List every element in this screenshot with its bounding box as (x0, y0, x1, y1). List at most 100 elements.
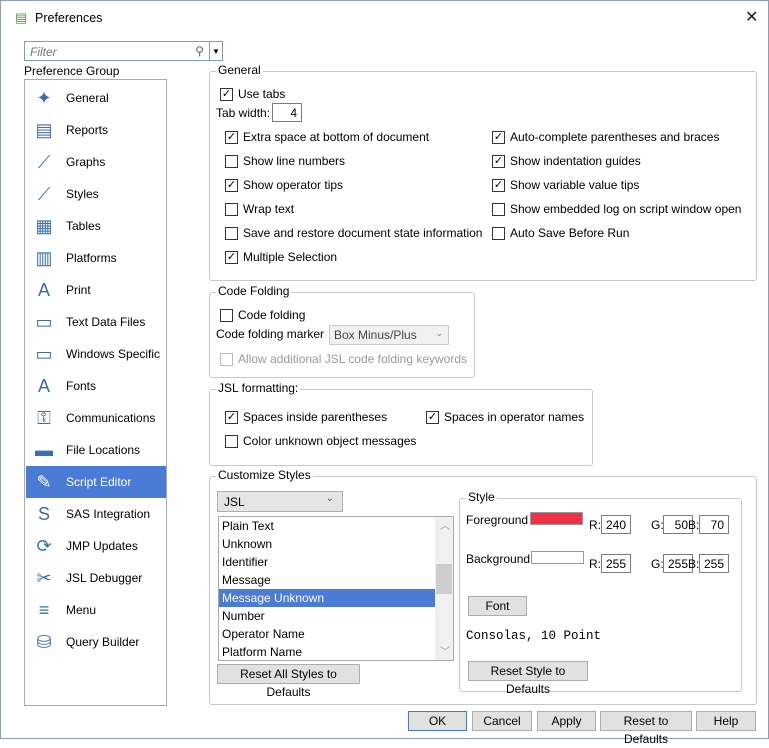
checkbox-box[interactable]: ✓ (492, 130, 505, 144)
group-item-file-locations[interactable]: ▬ File Locations (26, 434, 166, 466)
style-list-item[interactable]: Platform Name (219, 643, 435, 660)
option-checkbox[interactable]: ✓ Show indentation guides (492, 154, 641, 168)
group-item-label: JMP Updates (66, 539, 138, 553)
bg-b-input[interactable]: 255 (699, 554, 729, 573)
style-list-item[interactable]: Message Unknown (219, 589, 435, 607)
ok-button[interactable]: OK (408, 711, 467, 731)
checkbox-box[interactable]: ✓ (225, 410, 238, 424)
checkbox-box[interactable] (225, 434, 238, 448)
group-item-script-editor[interactable]: ✎ Script Editor (26, 466, 166, 498)
checkbox-box[interactable] (225, 226, 238, 240)
group-item-communications[interactable]: ⚿ Communications (26, 402, 166, 434)
reset-all-styles-button[interactable]: Reset All Styles to Defaults (217, 664, 360, 699)
group-item-general[interactable]: ✦ General (26, 82, 166, 114)
checkbox-box[interactable] (492, 226, 505, 240)
group-item-menu[interactable]: ≡ Menu (26, 594, 166, 626)
checkbox-box[interactable]: ✓ (225, 130, 238, 144)
group-item-label: SAS Integration (66, 507, 151, 521)
style-list: Plain Text Unknown Identifier Message Messag… (218, 516, 454, 661)
apply-button[interactable]: Apply (537, 711, 596, 731)
style-list-item[interactable]: Operator Name (219, 625, 435, 643)
group-item-jsl-debugger[interactable]: ✂ JSL Debugger (26, 562, 166, 594)
group-item-text-data-files[interactable]: ▭ Text Data Files (26, 306, 166, 338)
style-title: Style (466, 490, 497, 504)
code-folding-checkbox[interactable]: Code folding (220, 308, 305, 322)
code-folding-marker-select[interactable]: Box Minus/Plus ⌄ (329, 325, 449, 345)
checkbox-box[interactable]: ✓ (225, 250, 238, 264)
print-icon: A (37, 279, 50, 300)
use-tabs-checkbox[interactable]: ✓ Use tabs (220, 87, 285, 101)
option-checkbox[interactable]: Show line numbers (225, 154, 345, 168)
group-item-windows-specific[interactable]: ▭ Windows Specific (26, 338, 166, 370)
option-checkbox[interactable]: ✓ Multiple Selection (225, 250, 337, 264)
reset-to-defaults-button[interactable]: Reset to Defaults (600, 711, 692, 746)
tab-width-input[interactable]: 4 (272, 103, 302, 122)
group-item-label: Script Editor (66, 475, 132, 489)
option-label: Color unknown object messages (243, 434, 417, 448)
filter-input[interactable] (28, 44, 178, 60)
fg-b-input[interactable]: 70 (699, 515, 729, 534)
checkbox-box[interactable]: ✓ (426, 410, 439, 424)
help-button[interactable]: Help (696, 711, 756, 731)
scroll-down-icon[interactable]: ﹀ (440, 643, 450, 658)
app-icon: ▤ (15, 10, 28, 25)
background-color-swatch[interactable] (531, 551, 584, 564)
checkbox-box[interactable] (225, 154, 238, 168)
checkbox-box[interactable]: ✓ (220, 87, 233, 101)
spaces-in-operator-names-checkbox[interactable]: ✓ Spaces in operator names (426, 410, 584, 424)
group-item-sas-integration[interactable]: S SAS Integration (26, 498, 166, 530)
group-item-reports[interactable]: ▤ Reports (26, 114, 166, 146)
filter-field[interactable]: ⚲ (24, 41, 210, 61)
fg-r-input[interactable]: 240 (601, 515, 631, 534)
checkbox-box[interactable]: ✓ (492, 178, 505, 192)
style-list-item[interactable]: Unknown (219, 535, 435, 553)
checkbox-box[interactable]: ✓ (492, 154, 505, 168)
style-list-item[interactable]: Message (219, 571, 435, 589)
group-item-jmp-updates[interactable]: ⟳ JMP Updates (26, 530, 166, 562)
spaces-inside-parentheses-checkbox[interactable]: ✓ Spaces inside parentheses (225, 410, 387, 424)
checkbox-box[interactable] (492, 202, 505, 216)
group-item-print[interactable]: A Print (26, 274, 166, 306)
checkbox-box[interactable]: ✓ (225, 178, 238, 192)
option-checkbox[interactable]: Save and restore document state informat… (225, 226, 482, 240)
scroll-up-icon[interactable]: ︿ (440, 517, 450, 532)
option-label: Spaces in operator names (444, 410, 585, 424)
option-checkbox[interactable]: Wrap text (225, 202, 294, 216)
close-button[interactable]: ✕ (745, 7, 758, 27)
group-item-platforms[interactable]: ▥ Platforms (26, 242, 166, 274)
option-checkbox[interactable]: ✓ Show variable value tips (492, 178, 639, 192)
option-checkbox[interactable]: ✓ Auto-complete parentheses and braces (492, 130, 719, 144)
checkbox-box[interactable] (220, 308, 233, 322)
windows-specific-icon: ▭ (35, 343, 53, 364)
style-list-scrollbar[interactable]: ︿ ﹀ (435, 517, 453, 660)
style-list-item[interactable]: Number (219, 607, 435, 625)
filter-dropdown-button[interactable]: ▼ (210, 41, 223, 61)
cancel-button[interactable]: Cancel (472, 711, 532, 731)
foreground-color-swatch[interactable] (530, 512, 583, 525)
group-item-fonts[interactable]: A Fonts (26, 370, 166, 402)
font-button[interactable]: Font (468, 596, 527, 616)
reset-style-button[interactable]: Reset Style to Defaults (468, 661, 588, 696)
option-checkbox[interactable]: Show embedded log on script window open (492, 202, 741, 216)
option-checkbox[interactable]: ✓ Show operator tips (225, 178, 343, 192)
style-list-item[interactable]: Plain Text (219, 517, 435, 535)
language-select[interactable]: JSL ⌄ (217, 491, 343, 512)
allow-keywords-checkbox[interactable]: Allow additional JSL code folding keywor… (220, 352, 467, 366)
group-item-graphs[interactable]: ⟋ Graphs (26, 146, 166, 178)
option-label: Extra space at bottom of document (243, 130, 430, 144)
option-checkbox[interactable]: Auto Save Before Run (492, 226, 629, 240)
style-list-item[interactable]: Identifier (219, 553, 435, 571)
option-label: Auto Save Before Run (510, 226, 630, 240)
preference-group-list: ✦ General ▤ Reports ⟋ Graphs ⟋ Styles ▦ Tables ▥ Pl… (24, 79, 167, 706)
code-folding-group: Code Folding Code folding Code folding m… (209, 284, 475, 378)
group-item-styles[interactable]: ⟋ Styles (26, 178, 166, 210)
group-item-tables[interactable]: ▦ Tables (26, 210, 166, 242)
g-label: G: (651, 557, 664, 571)
option-checkbox[interactable]: ✓ Extra space at bottom of document (225, 130, 429, 144)
checkbox-box[interactable] (220, 352, 233, 366)
bg-r-input[interactable]: 255 (601, 554, 631, 573)
color-unknown-messages-checkbox[interactable]: Color unknown object messages (225, 434, 416, 448)
group-item-query-builder[interactable]: ⛁ Query Builder (26, 626, 166, 658)
checkbox-box[interactable] (225, 202, 238, 216)
scrollbar-thumb[interactable] (436, 564, 452, 594)
